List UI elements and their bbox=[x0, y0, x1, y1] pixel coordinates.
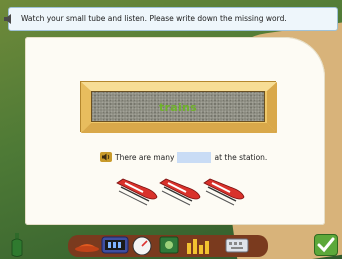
keyboard-icon[interactable] bbox=[224, 235, 250, 255]
sentence-after: at the station. bbox=[214, 152, 268, 162]
book-icon[interactable] bbox=[158, 235, 180, 255]
sentence-before: There are many bbox=[115, 152, 175, 162]
train-icon bbox=[116, 178, 158, 206]
bottom-toolbar bbox=[0, 229, 342, 259]
checkmark-icon bbox=[317, 237, 335, 253]
chalkboard: trains bbox=[91, 91, 265, 122]
sentence-line: There are many at the station. bbox=[100, 150, 267, 164]
done-button[interactable] bbox=[314, 234, 338, 256]
instruction-text: Watch your small tube and listen. Please… bbox=[21, 14, 287, 23]
train-icon bbox=[159, 178, 201, 206]
clock-icon[interactable] bbox=[101, 235, 129, 255]
answer-input[interactable] bbox=[177, 151, 212, 163]
bar-chart-icon[interactable] bbox=[184, 235, 214, 255]
hidden-word: trains bbox=[158, 101, 198, 114]
hat-icon[interactable] bbox=[74, 235, 100, 255]
train-icon bbox=[203, 178, 245, 206]
word-frame: trains bbox=[80, 81, 277, 133]
instruction-bar: Watch your small tube and listen. Please… bbox=[4, 7, 338, 31]
speaker-icon[interactable] bbox=[100, 151, 112, 163]
speaker-icon[interactable] bbox=[3, 12, 17, 26]
gauge-icon[interactable] bbox=[131, 235, 153, 255]
